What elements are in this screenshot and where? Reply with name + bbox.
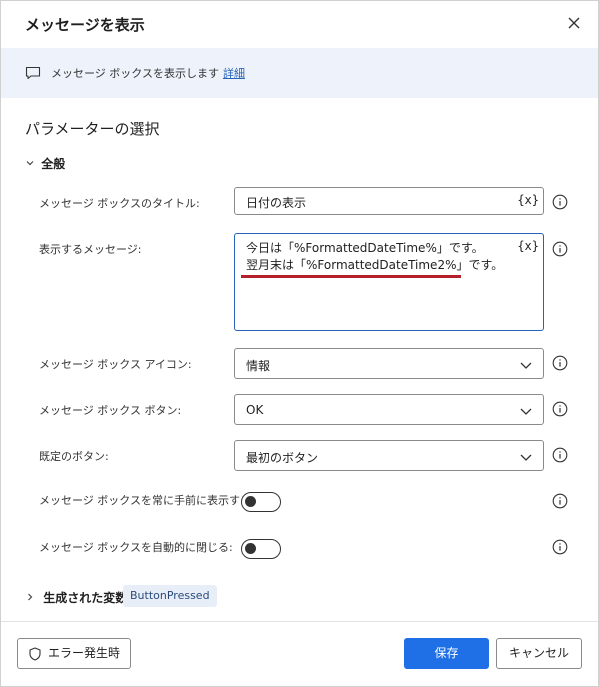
shield-icon — [29, 646, 41, 661]
help-icon[interactable] — [552, 493, 568, 509]
chevron-down-icon — [520, 454, 532, 461]
general-group-toggle[interactable]: 全般 — [25, 155, 65, 172]
icon-dropdown[interactable]: 情報 — [234, 348, 544, 379]
default-button-label: 既定のボタン: — [39, 450, 109, 463]
toggle-knob — [245, 496, 256, 507]
generated-variables-label: 生成された変数 — [43, 591, 128, 605]
dialog-title: メッセージを表示 — [25, 16, 145, 34]
autoclose-label: メッセージ ボックスを自動的に閉じる: — [39, 541, 233, 554]
cancel-button[interactable]: キャンセル — [496, 638, 582, 669]
toggle-knob — [245, 543, 256, 554]
variable-chip-buttonpressed[interactable]: ButtonPressed — [123, 585, 217, 607]
title-label: メッセージ ボックスのタイトル: — [39, 197, 200, 210]
general-group-label: 全般 — [41, 157, 66, 171]
annotation-underline — [241, 275, 461, 278]
info-bar: メッセージ ボックスを表示します 詳細 — [1, 48, 598, 98]
default-button-value: 最初のボタン — [246, 451, 319, 465]
buttons-label: メッセージ ボックス ボタン: — [39, 404, 182, 417]
title-field[interactable]: 日付の表示 {x} — [234, 187, 544, 215]
footer-divider — [1, 621, 598, 622]
help-icon[interactable] — [552, 241, 568, 257]
message-label: 表示するメッセージ: — [39, 243, 142, 256]
help-icon[interactable] — [552, 539, 568, 555]
dialog-titlebar: メッセージを表示 — [1, 1, 598, 47]
default-button-dropdown[interactable]: 最初のボタン — [234, 440, 544, 471]
help-icon[interactable] — [552, 447, 568, 463]
message-line-1: 今日は「%FormattedDateTime%」です。 — [246, 241, 484, 255]
icon-value: 情報 — [246, 359, 271, 373]
message-dialog: メッセージを表示 メッセージ ボックスを表示します 詳細 パラメーターの選択 全般… — [0, 0, 599, 687]
help-icon[interactable] — [552, 401, 568, 417]
variable-button[interactable]: {x} — [517, 239, 539, 253]
info-description: メッセージ ボックスを表示します — [51, 67, 219, 80]
message-line-2: 翌月末は「%FormattedDateTime2%」です。 — [246, 258, 504, 272]
generated-variables-toggle[interactable]: 生成された変数 — [25, 589, 127, 606]
details-link[interactable]: 詳細 — [223, 67, 245, 80]
info-text: メッセージ ボックスを表示します 詳細 — [51, 65, 245, 81]
topmost-label: メッセージ ボックスを常に手前に表示する: — [39, 494, 255, 507]
help-icon[interactable] — [552, 194, 568, 210]
help-icon[interactable] — [552, 355, 568, 371]
buttons-value: OK — [246, 403, 264, 417]
on-error-label: エラー発生時 — [47, 646, 120, 660]
message-textarea[interactable]: 今日は「%FormattedDateTime%」です。 翌月末は「%Format… — [234, 233, 544, 331]
close-icon[interactable] — [564, 13, 584, 33]
autoclose-toggle[interactable] — [241, 539, 281, 559]
on-error-button[interactable]: エラー発生時 — [17, 638, 131, 669]
chevron-down-icon — [25, 157, 37, 171]
icon-label: メッセージ ボックス アイコン: — [39, 358, 192, 371]
chevron-right-icon — [25, 591, 39, 605]
variable-button[interactable]: {x} — [517, 193, 539, 207]
topmost-toggle[interactable] — [241, 492, 281, 512]
save-button[interactable]: 保存 — [404, 638, 489, 669]
title-value: 日付の表示 — [246, 196, 307, 210]
section-title: パラメーターの選択 — [25, 120, 160, 138]
buttons-dropdown[interactable]: OK — [234, 394, 544, 425]
chevron-down-icon — [520, 408, 532, 415]
message-icon — [25, 66, 41, 80]
chevron-down-icon — [520, 362, 532, 369]
